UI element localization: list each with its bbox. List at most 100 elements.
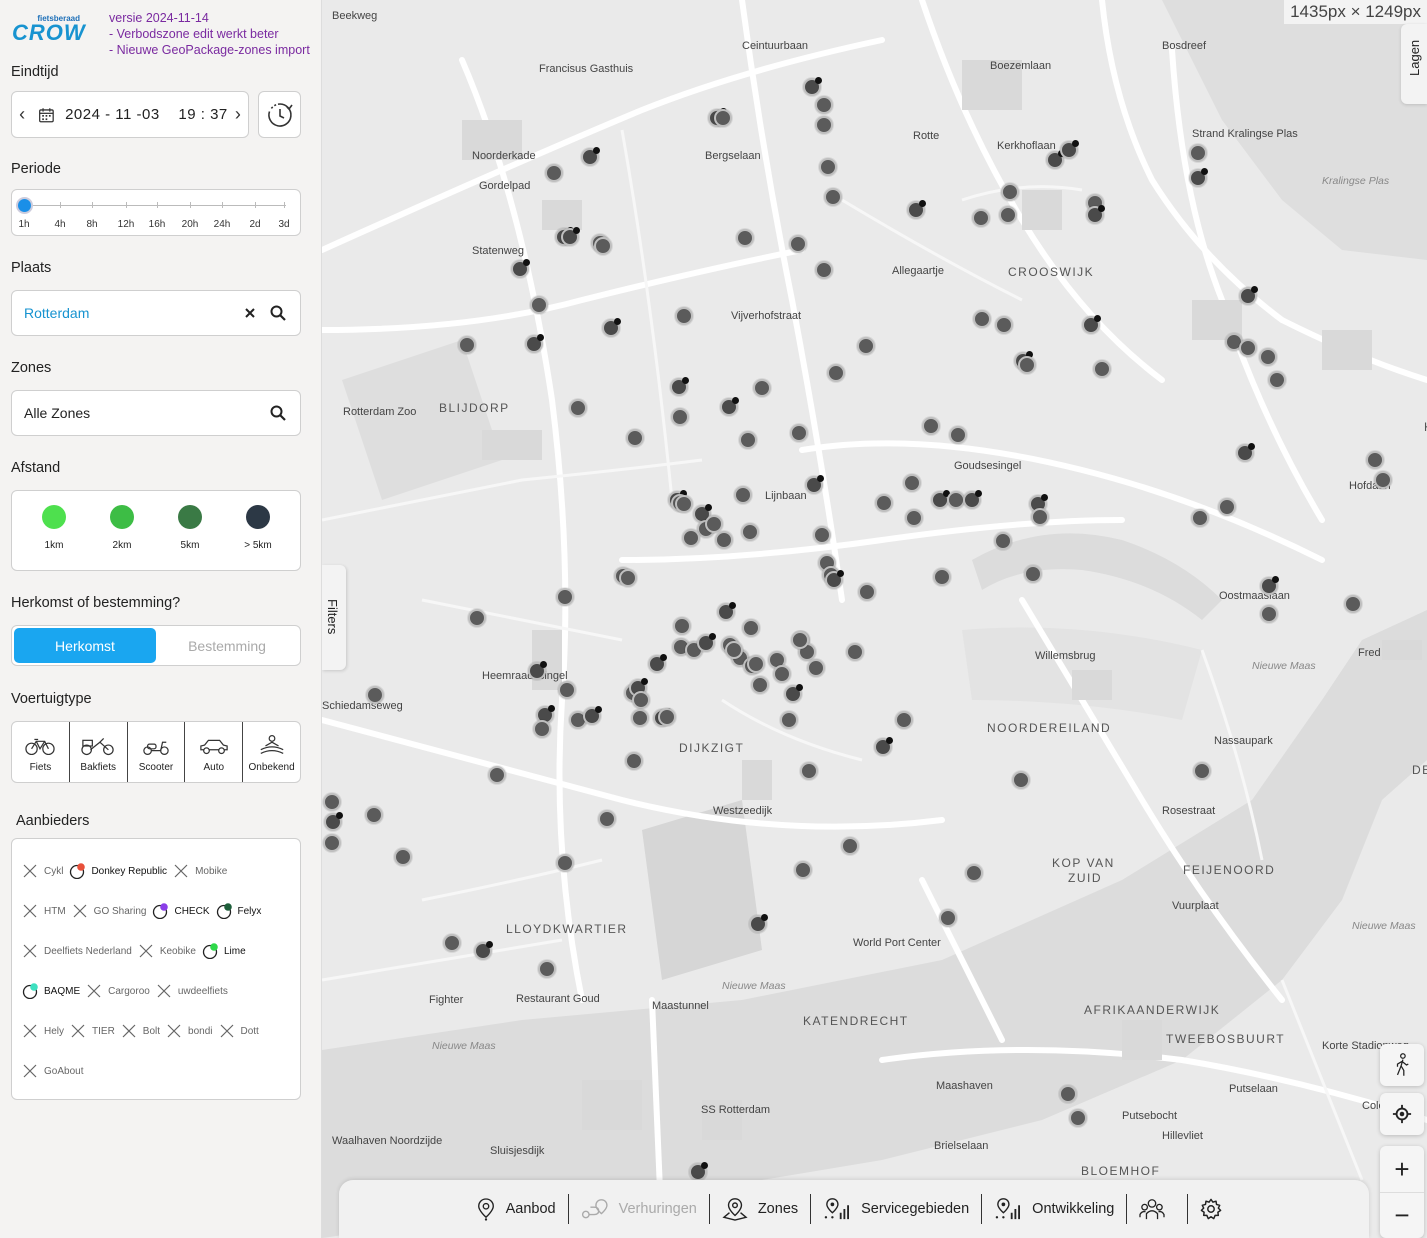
vehicle-marker[interactable]: [1239, 286, 1258, 305]
provider-toggle[interactable]: Cargoroo: [86, 983, 150, 999]
vehicle-marker[interactable]: [561, 227, 580, 246]
vehicle-marker[interactable]: [907, 200, 926, 219]
vehicle-marker[interactable]: [558, 681, 576, 699]
provider-toggle[interactable]: Keobike: [138, 943, 196, 959]
vehicle-fiets[interactable]: Fiets: [12, 722, 70, 782]
vehicle-marker[interactable]: [1069, 1109, 1087, 1127]
provider-toggle[interactable]: TIER: [70, 1023, 115, 1039]
vehicle-marker[interactable]: [747, 655, 765, 673]
provider-toggle[interactable]: uwdeelfiets: [156, 983, 228, 999]
vehicle-marker[interactable]: [569, 399, 587, 417]
vehicle-marker[interactable]: [528, 661, 547, 680]
provider-toggle[interactable]: bondi: [166, 1023, 213, 1039]
vehicle-marker[interactable]: [1239, 339, 1257, 357]
filters-tab[interactable]: Filters: [322, 565, 346, 670]
vehicle-marker[interactable]: [689, 1162, 708, 1181]
vehicle-marker[interactable]: [827, 364, 845, 382]
vehicle-marker[interactable]: [965, 864, 983, 882]
vehicle-marker[interactable]: [784, 684, 803, 703]
nav-ontwikkeling[interactable]: Ontwikkeling: [982, 1194, 1128, 1224]
vehicle-marker[interactable]: [751, 676, 769, 694]
vehicle-marker[interactable]: [963, 490, 982, 509]
prev-chevron-icon[interactable]: ‹: [12, 104, 32, 125]
vehicle-marker[interactable]: [790, 424, 808, 442]
vehicle-marker[interactable]: [394, 848, 412, 866]
vehicle-marker[interactable]: [625, 752, 643, 770]
vehicle-marker[interactable]: [658, 708, 676, 726]
vehicle-marker[interactable]: [1236, 443, 1255, 462]
vehicle-marker[interactable]: [800, 762, 818, 780]
vehicle-marker[interactable]: [443, 934, 461, 952]
plaats-search-field[interactable]: Rotterdam: [11, 290, 301, 336]
vehicle-marker[interactable]: [815, 116, 833, 134]
vehicle-marker[interactable]: [1060, 140, 1079, 159]
vehicle-marker[interactable]: [717, 602, 736, 621]
vehicle-marker[interactable]: [725, 641, 743, 659]
vehicle-marker[interactable]: [675, 307, 693, 325]
provider-toggle[interactable]: Felyx: [216, 903, 261, 919]
nav-users[interactable]: [1127, 1194, 1189, 1224]
provider-toggle[interactable]: BAQME: [22, 983, 80, 999]
vehicle-marker[interactable]: [841, 837, 859, 855]
vehicle-marker[interactable]: [749, 914, 768, 933]
vehicle-marker[interactable]: [1259, 348, 1277, 366]
vehicle-marker[interactable]: [794, 861, 812, 879]
vehicle-marker[interactable]: [324, 812, 343, 831]
vehicle-marker[interactable]: [545, 164, 563, 182]
vehicle-marker[interactable]: [813, 526, 831, 544]
vehicle-bakfiets[interactable]: Bakfiets: [70, 722, 128, 782]
provider-toggle[interactable]: Bolt: [121, 1023, 160, 1039]
nav-verhuringen[interactable]: Verhuringen: [569, 1194, 710, 1224]
clear-icon[interactable]: [236, 299, 264, 327]
zones-input[interactable]: Alle Zones: [24, 405, 264, 421]
next-chevron-icon[interactable]: ›: [228, 104, 248, 125]
vehicle-marker[interactable]: [857, 337, 875, 355]
locate-button[interactable]: [1380, 1093, 1424, 1135]
provider-toggle[interactable]: Hely: [22, 1023, 64, 1039]
search-icon[interactable]: [264, 299, 292, 327]
vehicle-marker[interactable]: [1082, 315, 1101, 334]
provider-toggle[interactable]: GoAbout: [22, 1063, 83, 1079]
vehicle-marker[interactable]: [511, 259, 530, 278]
datetime-picker[interactable]: ‹ 2024 - 11 -03 19 : 37 ›: [11, 91, 249, 138]
vehicle-marker[interactable]: [789, 235, 807, 253]
vehicle-marker[interactable]: [736, 229, 754, 247]
vehicle-marker[interactable]: [671, 408, 689, 426]
vehicle-marker[interactable]: [939, 909, 957, 927]
vehicle-marker[interactable]: [994, 532, 1012, 550]
nav-settings[interactable]: [1188, 1194, 1244, 1224]
vehicle-marker[interactable]: [753, 379, 771, 397]
vehicle-marker[interactable]: [972, 209, 990, 227]
vehicle-marker[interactable]: [858, 583, 876, 601]
plaats-input[interactable]: Rotterdam: [24, 305, 236, 321]
vehicle-marker[interactable]: [365, 806, 383, 824]
vehicle-scooter[interactable]: Scooter: [128, 722, 186, 782]
vehicle-marker[interactable]: [581, 147, 600, 166]
provider-toggle[interactable]: CHECK: [152, 903, 210, 919]
vehicle-auto[interactable]: Auto: [185, 722, 244, 782]
nav-zones[interactable]: Zones: [710, 1194, 812, 1224]
vehicle-marker[interactable]: [999, 206, 1017, 224]
vehicle-marker[interactable]: [602, 318, 621, 337]
vehicle-onbekend[interactable]: Onbekend: [243, 722, 300, 782]
vehicle-marker[interactable]: [583, 706, 602, 725]
vehicle-marker[interactable]: [525, 334, 544, 353]
vehicle-marker[interactable]: [741, 523, 759, 541]
vehicle-marker[interactable]: [533, 720, 551, 738]
vehicle-marker[interactable]: [1024, 565, 1042, 583]
reset-time-button[interactable]: [258, 91, 301, 138]
vehicle-marker[interactable]: [1012, 771, 1030, 789]
vehicle-marker[interactable]: [780, 711, 798, 729]
vehicle-marker[interactable]: [819, 158, 837, 176]
nav-servicegebieden[interactable]: Servicegebieden: [811, 1194, 983, 1224]
periode-slider[interactable]: 1h 4h 8h 12h 16h 20h 24h 2d 3d: [11, 189, 301, 236]
datetime-value[interactable]: 2024 - 11 -03 19 : 37: [65, 106, 228, 123]
vehicle-marker[interactable]: [742, 619, 760, 637]
vehicle-marker[interactable]: [1059, 1085, 1077, 1103]
zones-search-field[interactable]: Alle Zones: [11, 390, 301, 436]
vehicle-marker[interactable]: [675, 495, 693, 513]
vehicle-marker[interactable]: [714, 109, 732, 127]
provider-toggle[interactable]: HTM: [22, 903, 66, 919]
vehicle-marker[interactable]: [905, 509, 923, 527]
vehicle-marker[interactable]: [1001, 183, 1019, 201]
